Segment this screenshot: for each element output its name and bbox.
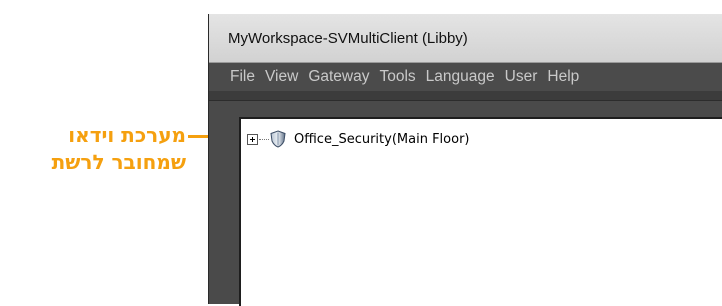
menu-file[interactable]: File (226, 68, 259, 86)
menu-tools[interactable]: Tools (375, 68, 419, 86)
expand-plus-icon[interactable] (247, 133, 258, 145)
menu-help[interactable]: Help (543, 68, 583, 86)
callout-line-2: שמחובר לרשת (51, 150, 186, 174)
menu-language[interactable]: Language (422, 68, 499, 86)
toolbar-strip (209, 91, 722, 101)
device-tree-panel: Office_Security(Main Floor) (239, 117, 722, 306)
menu-gateway[interactable]: Gateway (304, 68, 373, 86)
tree-node-label: Office_Security(Main Floor) (294, 131, 470, 147)
menu-bar: File View Gateway Tools Language User He… (209, 63, 722, 91)
app-window: MyWorkspace-SVMultiClient (Libby) File V… (208, 14, 722, 306)
callout-line-1: מערכת וידאו (68, 123, 186, 147)
shield-icon (270, 130, 286, 148)
tree-connector (259, 138, 269, 140)
callout-annotation: מערכת וידאו שמחובר לרשת (0, 122, 186, 176)
window-title: MyWorkspace-SVMultiClient (Libby) (228, 30, 468, 47)
menu-view[interactable]: View (261, 68, 302, 86)
title-bar[interactable]: MyWorkspace-SVMultiClient (Libby) (209, 14, 722, 63)
tree-node[interactable]: Office_Security(Main Floor) (247, 129, 469, 149)
menu-user[interactable]: User (501, 68, 542, 86)
